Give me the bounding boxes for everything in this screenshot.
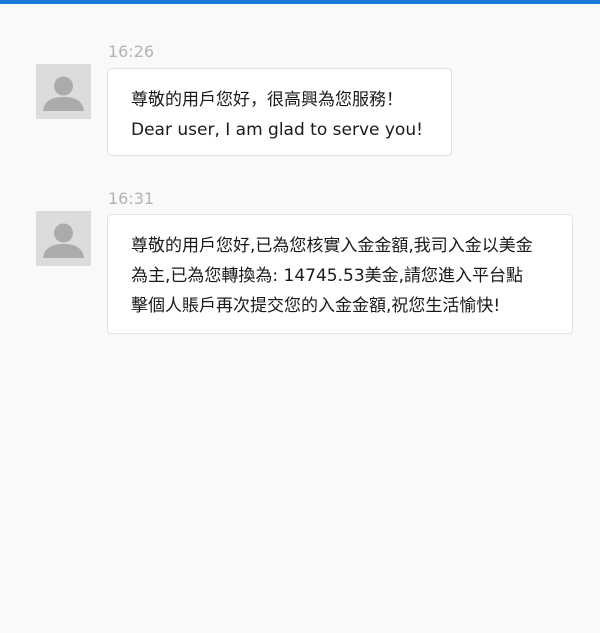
user-silhouette-icon [43,76,84,111]
top-accent-bar [0,0,600,4]
message-text-line: 擊個人賬戶再次提交您的入金金額,祝您生活愉快! [131,296,501,316]
user-silhouette-icon [43,223,84,258]
message-bubble: 尊敬的用戶您好，很高興為您服務！ Dear user, I am glad to… [107,68,452,156]
message-bubble: 尊敬的用戶您好,已為您核實入金金額,我司入金以美金 為主,已為您轉換為: 147… [107,214,573,334]
message-text-line: 為主,已為您轉換為: 14745.53美金,請您進入平台點 [131,266,524,286]
message-text-line: 尊敬的用戶您好，很高興為您服務！ [131,90,403,110]
message-text-line: 尊敬的用戶您好,已為您核實入金金額,我司入金以美金 [131,236,533,256]
avatar[interactable] [36,211,91,266]
avatar[interactable] [36,64,91,119]
message-text-line: Dear user, I am glad to serve you! [131,120,423,140]
message-timestamp: 16:31 [108,189,155,208]
message-timestamp: 16:26 [108,42,155,61]
